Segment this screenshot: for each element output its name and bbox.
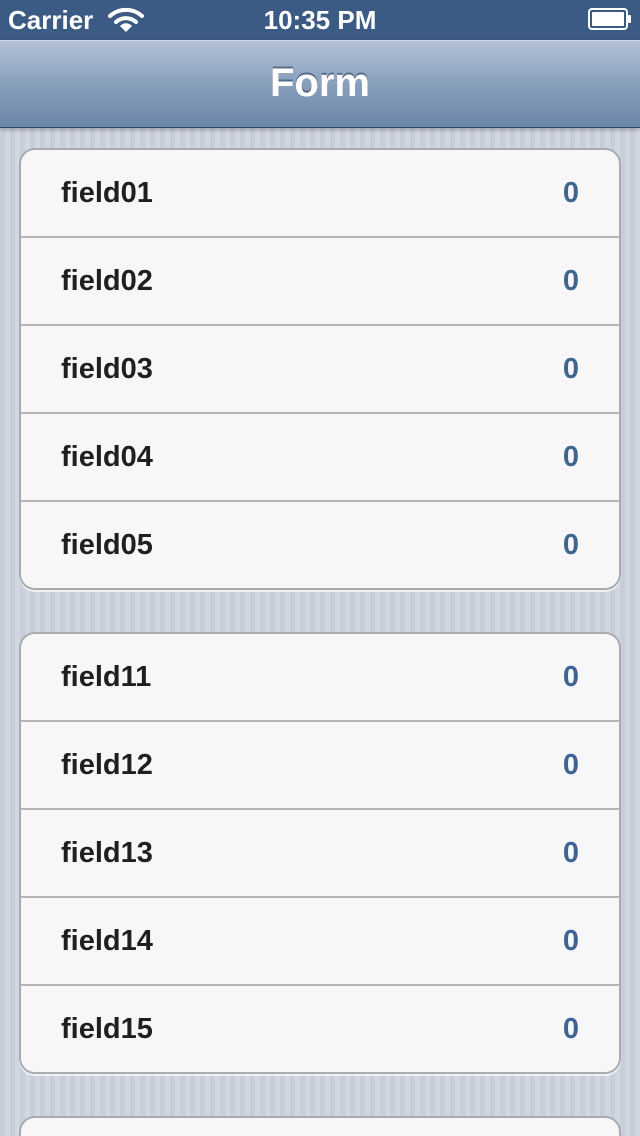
- row-label: field03: [61, 353, 153, 385]
- status-bar: Carrier 10:35 PM: [0, 0, 640, 40]
- row-value: 0: [562, 265, 579, 297]
- table-row[interactable]: field13 0: [21, 810, 619, 898]
- table-row[interactable]: field02 0: [21, 238, 619, 326]
- row-value: 0: [562, 661, 579, 693]
- table-row[interactable]: field12 0: [21, 722, 619, 810]
- row-label: field11: [61, 661, 152, 693]
- form-section-3: [19, 1116, 621, 1136]
- table-row[interactable]: field03 0: [21, 326, 619, 414]
- table-row[interactable]: field05 0: [21, 502, 619, 588]
- row-label: field15: [61, 1013, 153, 1045]
- table-row[interactable]: field15 0: [21, 986, 619, 1072]
- page-title: Form: [270, 61, 370, 105]
- row-value: 0: [562, 837, 579, 869]
- row-value: 0: [562, 353, 579, 385]
- row-value: 0: [562, 529, 579, 561]
- row-value: 0: [562, 925, 579, 957]
- row-label: field01: [61, 177, 153, 209]
- row-value: 0: [562, 1013, 579, 1045]
- row-label: field13: [61, 837, 153, 869]
- row-value: 0: [562, 749, 579, 781]
- row-label: field05: [61, 529, 153, 561]
- table-row[interactable]: field01 0: [21, 150, 619, 238]
- table-row[interactable]: field11 0: [21, 634, 619, 722]
- table-row[interactable]: field14 0: [21, 898, 619, 986]
- row-value: 0: [562, 441, 579, 473]
- table-row[interactable]: field04 0: [21, 414, 619, 502]
- navigation-bar: Form: [0, 40, 640, 128]
- row-value: 0: [562, 177, 579, 209]
- row-label: field12: [61, 749, 153, 781]
- row-label: field02: [61, 265, 153, 297]
- clock: 10:35 PM: [263, 5, 377, 35]
- row-label: field04: [61, 441, 153, 473]
- form-section-1: field01 0 field02 0 field03 0 field04 0 …: [19, 148, 621, 590]
- row-label: field14: [61, 925, 153, 957]
- form-section-2: field11 0 field12 0 field13 0 field14 0 …: [19, 632, 621, 1074]
- battery-icon: [588, 8, 631, 30]
